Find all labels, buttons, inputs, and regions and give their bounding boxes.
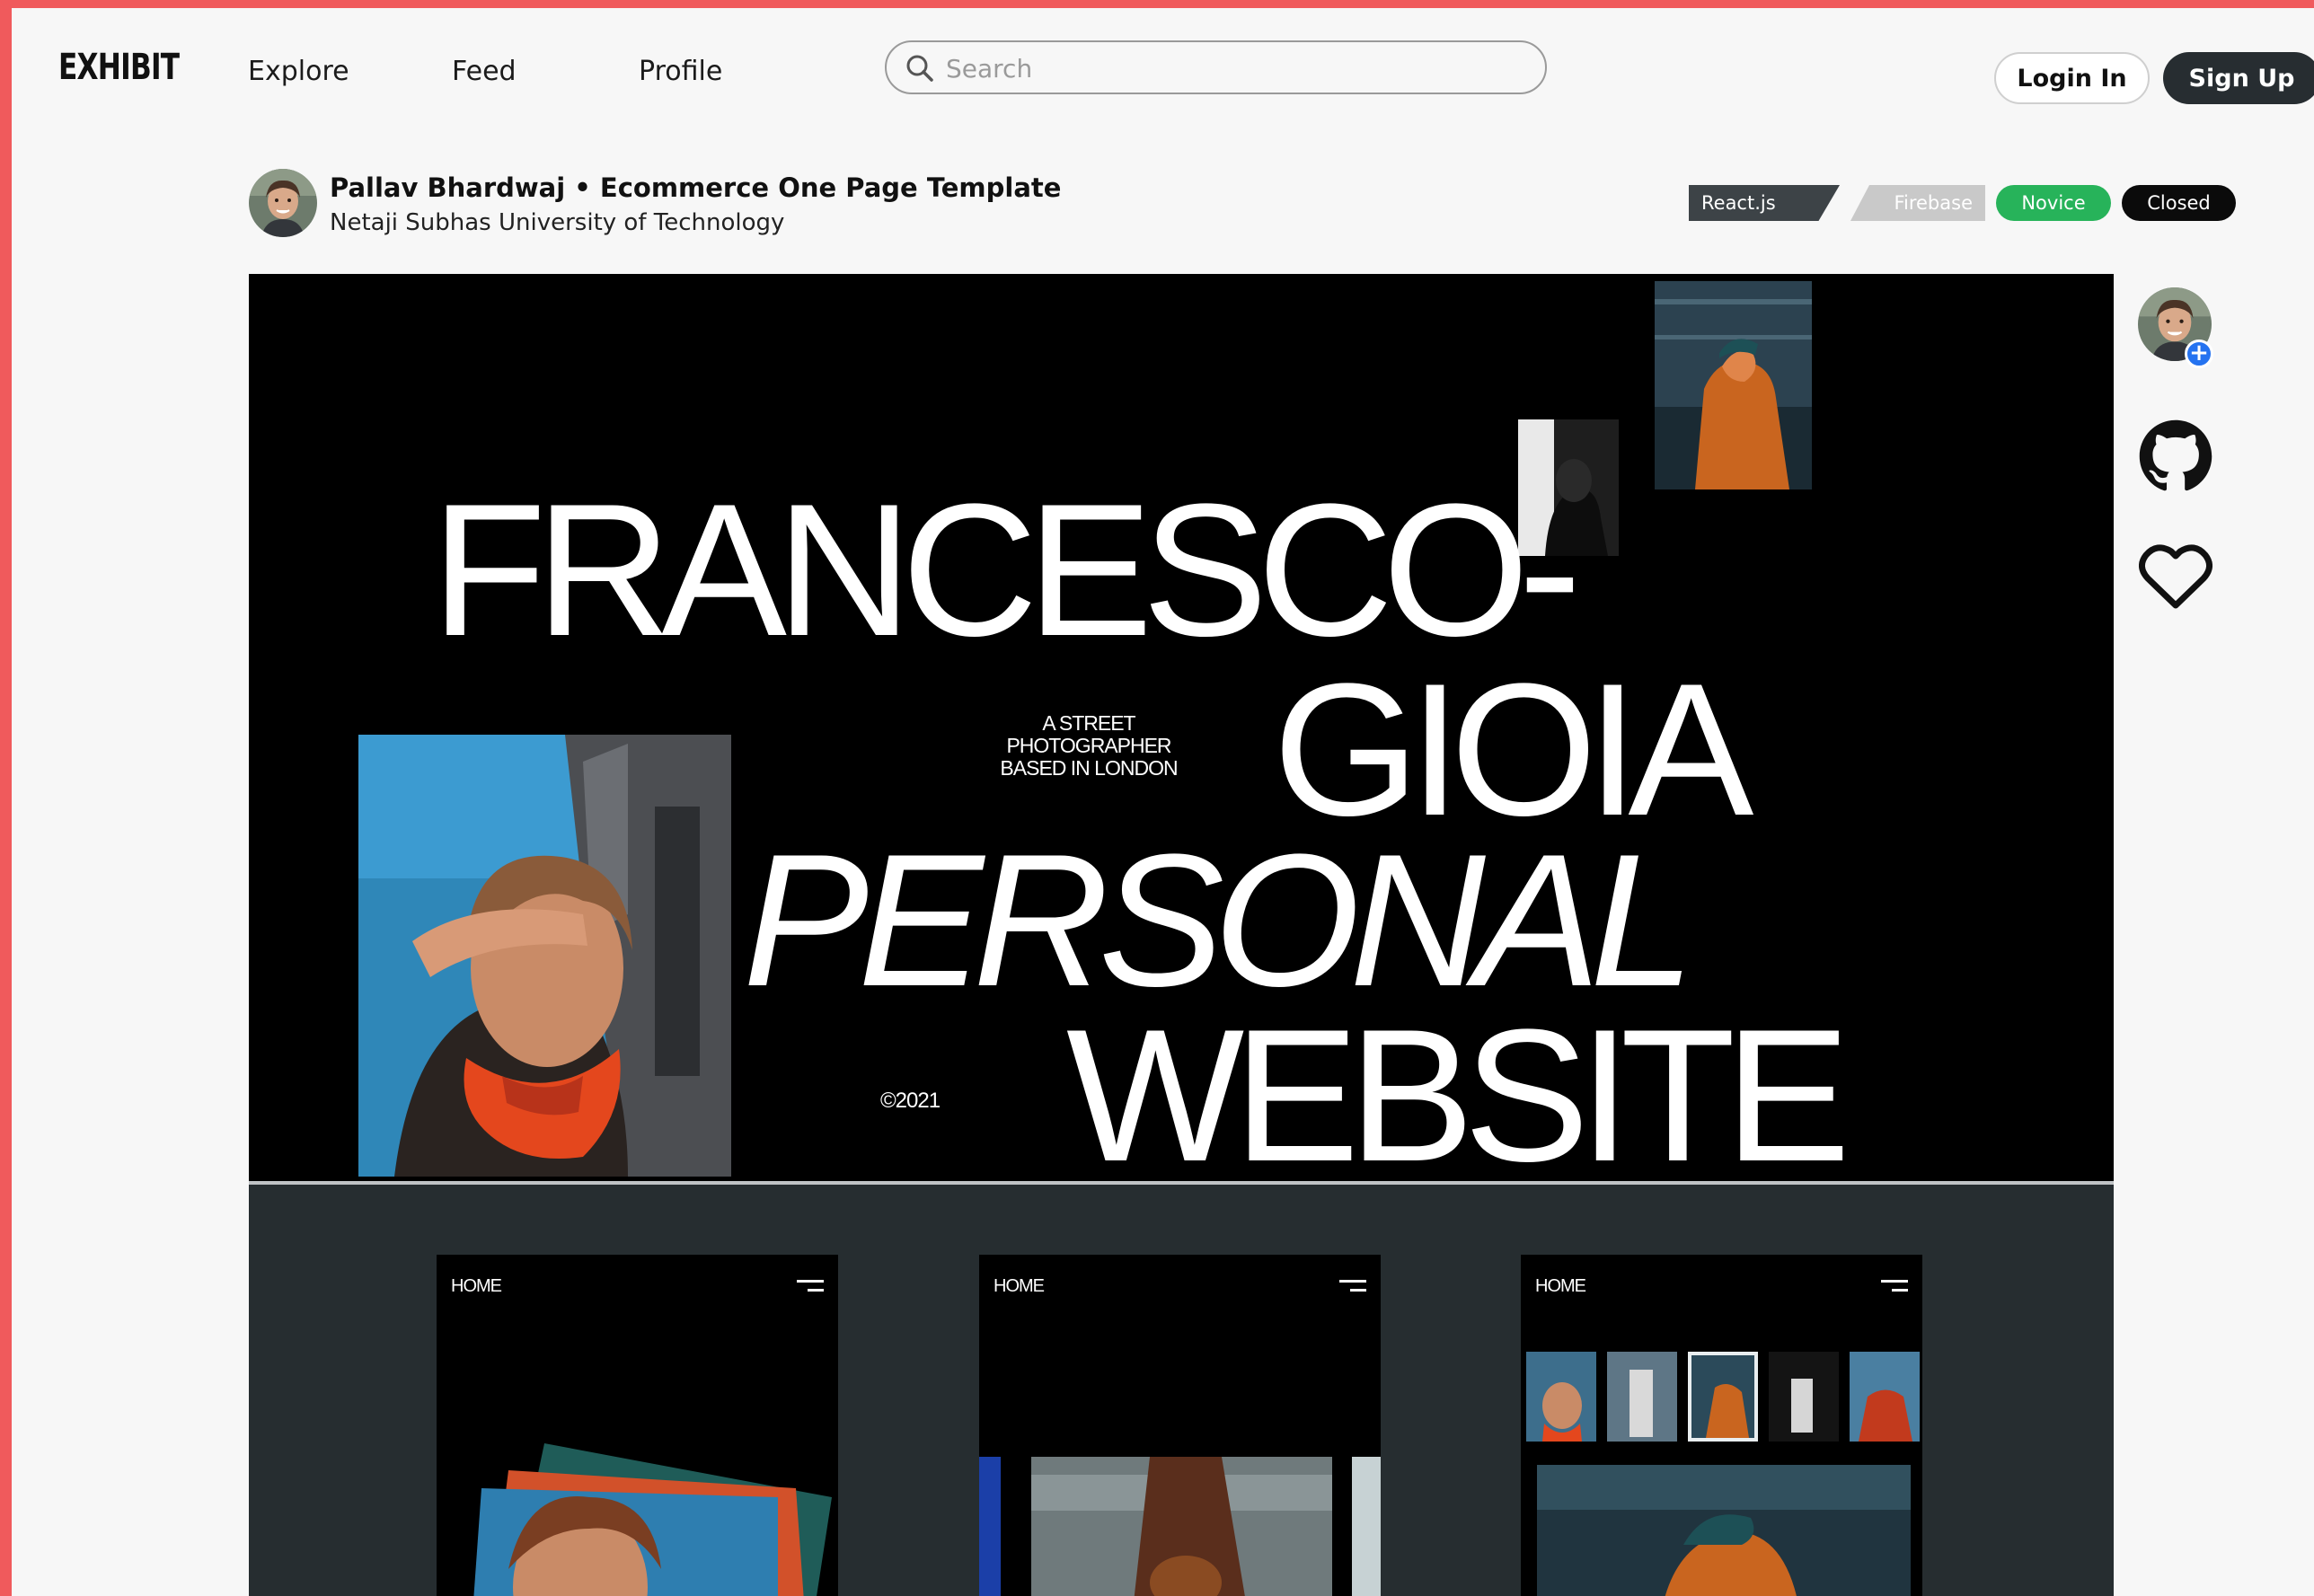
search-icon [906, 55, 933, 82]
hero-heading-francesco: FRANCESCO- [431, 464, 1581, 675]
author-avatar[interactable] [249, 169, 317, 237]
mobile-screens-section: HOME HOME HOME [249, 1185, 2114, 1596]
github-icon[interactable] [2138, 419, 2213, 494]
project-institution: Netaji Subhas University of Technology [330, 209, 785, 236]
mobile-home-label: HOME [994, 1276, 1045, 1296]
mobile-screen-1: HOME [437, 1255, 838, 1596]
tag-firebase: Firebase [1850, 185, 1985, 221]
tag-closed: Closed [2122, 185, 2236, 221]
mobile-home-label: HOME [1535, 1276, 1586, 1296]
menu-icon [797, 1280, 824, 1292]
photo-guitar-player [979, 1457, 1381, 1596]
hero-tagline: A STREET PHOTOGRAPHER BASED IN LONDON [1000, 711, 1178, 780]
photo-woman-red-scarf [358, 735, 731, 1177]
login-button[interactable]: Login In [1994, 52, 2150, 104]
hero-copyright: ©2021 [880, 1089, 941, 1113]
nav-profile[interactable]: Profile [639, 56, 722, 87]
window-frame-left [0, 0, 12, 1596]
mobile-home-label: HOME [451, 1276, 502, 1296]
tag-reactjs: React.js [1689, 185, 1840, 221]
photo-orange-jacket [1655, 281, 1812, 489]
window-frame-top [0, 0, 2314, 8]
plus-icon[interactable]: + [2185, 339, 2213, 368]
heart-icon[interactable] [2139, 542, 2212, 611]
project-title: Pallav Bhardwaj • Ecommerce One Page Tem… [330, 172, 1062, 203]
tag-novice: Novice [1996, 185, 2111, 221]
menu-icon [1881, 1280, 1908, 1292]
project-preview-hero: FRANCESCO- GIOIA PERSONAL WEBSITE A STRE… [249, 274, 2114, 1181]
search-input[interactable] [944, 49, 1523, 87]
signup-button[interactable]: Sign Up [2163, 52, 2314, 104]
hero-heading-website: WEBSITE [1066, 990, 1850, 1182]
menu-icon [1339, 1280, 1366, 1292]
nav-feed[interactable]: Feed [452, 56, 517, 87]
search-bar[interactable] [885, 40, 1547, 94]
exhibit-logo[interactable]: EXHIBIT [58, 47, 180, 88]
hero-heading-personal: PERSONAL [743, 815, 1695, 1026]
photo-gallery-grid [1526, 1352, 1920, 1596]
mobile-screen-3: HOME [1521, 1255, 1922, 1596]
nav-explore[interactable]: Explore [248, 56, 349, 87]
mobile-screen-2: HOME [979, 1255, 1381, 1596]
photo-stack [473, 1443, 832, 1596]
